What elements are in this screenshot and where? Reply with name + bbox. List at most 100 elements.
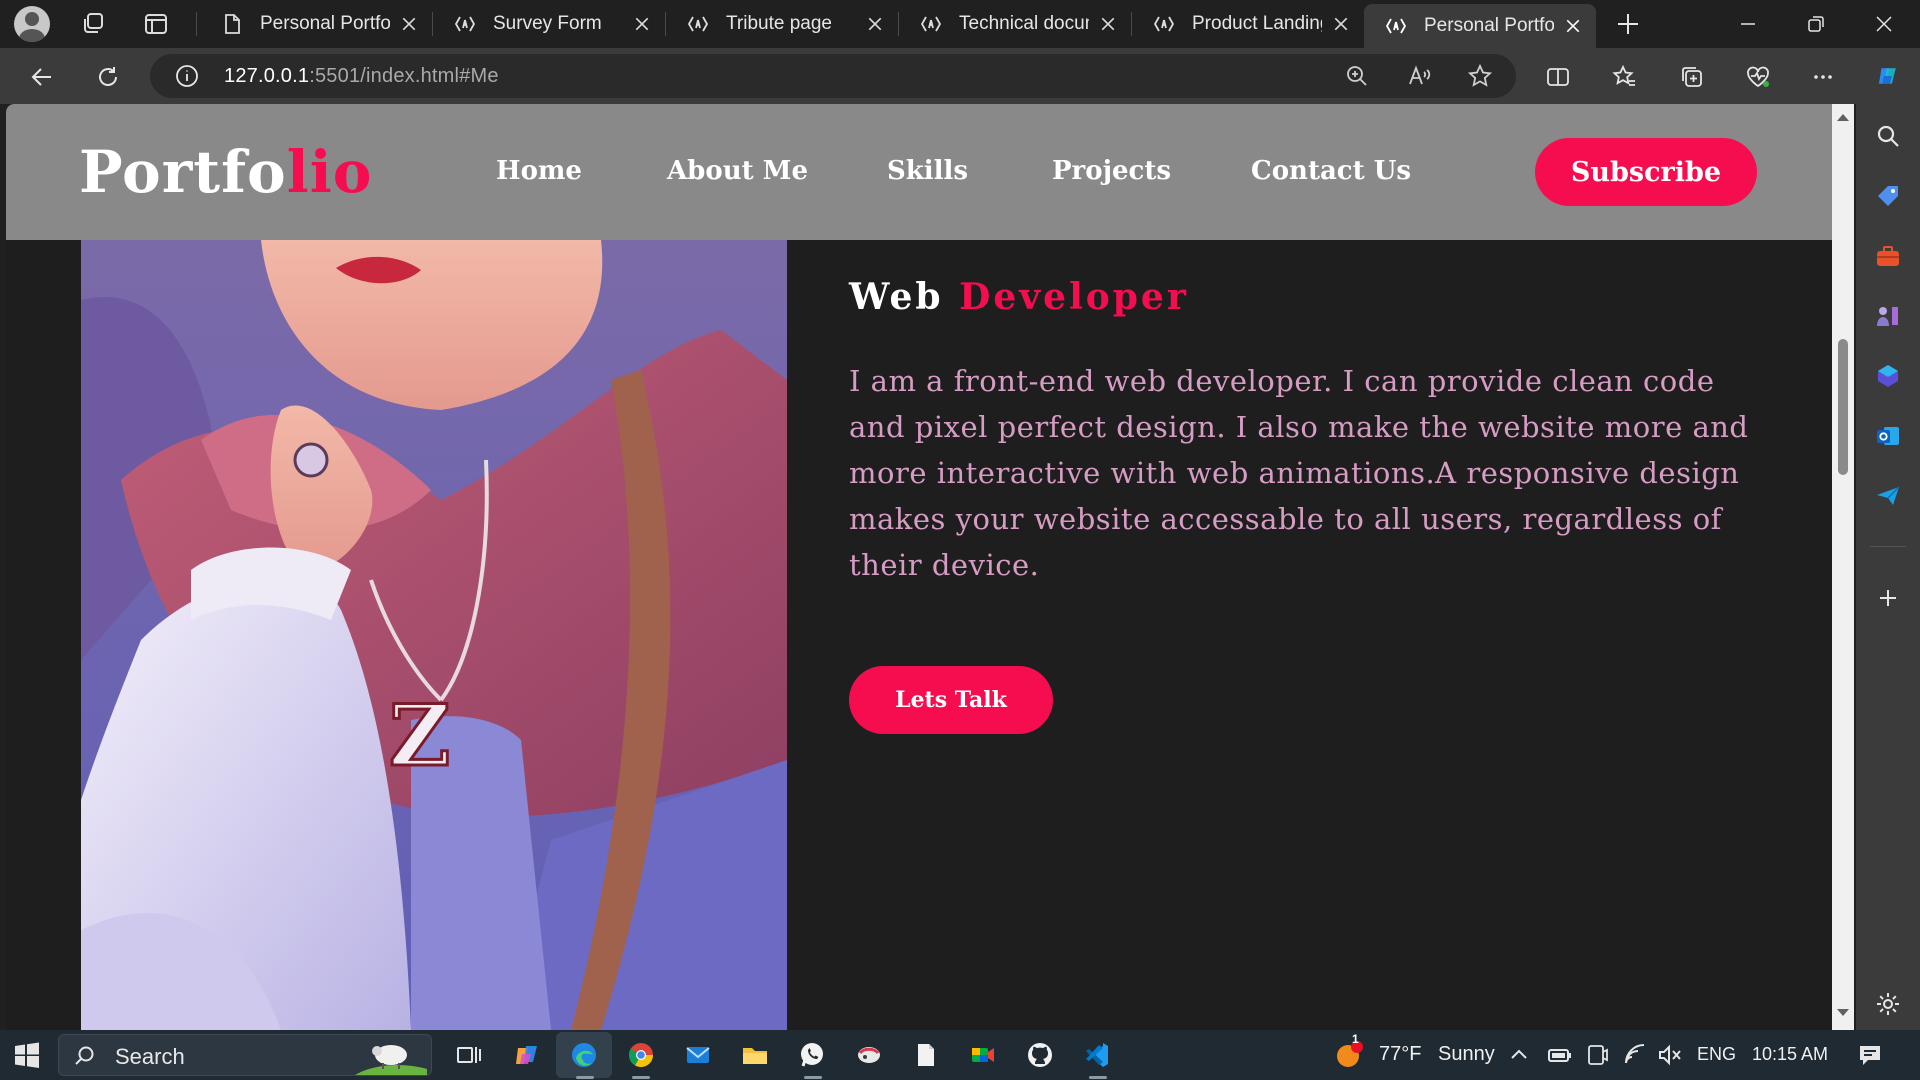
notifications-icon[interactable] <box>1856 1038 1884 1072</box>
weather-icon[interactable] <box>1332 1038 1366 1072</box>
tools-icon[interactable] <box>1874 242 1902 270</box>
url-text[interactable]: 127.0.0.1:5501/index.html#Me <box>224 65 499 88</box>
new-tab-icon[interactable] <box>1614 10 1642 38</box>
fcc-icon <box>1152 12 1176 36</box>
close-window-icon[interactable] <box>1852 0 1916 48</box>
scroll-up-icon[interactable] <box>1836 112 1850 122</box>
refresh-icon[interactable] <box>91 60 125 94</box>
microsoft-365-icon[interactable] <box>1874 362 1902 390</box>
tab-actions-icon[interactable] <box>142 10 170 38</box>
search-icon[interactable] <box>1874 122 1902 150</box>
profile-illustration: Z <box>81 240 787 1030</box>
browser-tab[interactable]: Product Landing <box>1132 0 1364 48</box>
language-indicator[interactable]: ENG <box>1697 1044 1736 1065</box>
nav-skills[interactable]: Skills <box>887 156 968 186</box>
send-icon[interactable] <box>1874 482 1902 510</box>
fcc-icon <box>686 12 710 36</box>
minimize-icon[interactable] <box>1716 0 1780 48</box>
add-icon[interactable] <box>1874 584 1902 612</box>
svg-text:Z: Z <box>389 686 450 785</box>
favorites-icon[interactable] <box>1608 60 1642 94</box>
browser-essentials-icon[interactable] <box>1741 60 1775 94</box>
weather-temperature[interactable]: 77°F <box>1379 1043 1421 1066</box>
close-icon[interactable] <box>864 13 886 35</box>
mesh-app-icon[interactable] <box>852 1038 886 1072</box>
windows-taskbar: Search 1 77°F Sunny ENG 10:15 AM <box>0 1030 1920 1080</box>
tab-title: Tribute page <box>726 13 832 34</box>
scroll-thumb[interactable] <box>1838 339 1848 475</box>
chrome-icon[interactable] <box>624 1038 658 1072</box>
taskbar-search[interactable]: Search <box>58 1034 432 1076</box>
wifi-icon[interactable] <box>1622 1038 1650 1072</box>
close-icon[interactable] <box>398 13 420 35</box>
site-navbar: Portfolio Home About Me Skills Projects … <box>6 104 1832 240</box>
nav-projects[interactable]: Projects <box>1052 156 1171 186</box>
lets-talk-button[interactable]: Lets Talk <box>849 666 1053 734</box>
nav-contact-us[interactable]: Contact Us <box>1251 156 1411 186</box>
mail-icon[interactable] <box>681 1038 715 1072</box>
nav-home[interactable]: Home <box>496 156 582 186</box>
browser-tab[interactable]: Tribute page <box>666 0 898 48</box>
fcc-icon <box>1384 14 1408 38</box>
hero-title: Web Developer <box>849 276 1189 318</box>
outlook-icon[interactable] <box>1874 422 1902 450</box>
close-icon[interactable] <box>1562 15 1584 37</box>
site-logo[interactable]: Portfolio <box>79 138 373 206</box>
tab-title: Personal Portfolio <box>260 13 390 34</box>
more-options-icon[interactable] <box>1806 60 1840 94</box>
file-explorer-icon[interactable] <box>738 1038 772 1072</box>
restore-icon[interactable] <box>1784 0 1848 48</box>
address-bar[interactable]: 127.0.0.1:5501/index.html#Me <box>150 54 1516 98</box>
copilot-taskbar-icon[interactable] <box>510 1038 544 1072</box>
meet-now-icon[interactable] <box>1585 1038 1611 1072</box>
search-label: Search <box>115 1044 185 1069</box>
page-icon <box>220 12 244 36</box>
collections-icon[interactable] <box>1675 60 1709 94</box>
tab-title: Technical document <box>959 13 1089 34</box>
read-aloud-icon[interactable] <box>1402 59 1436 93</box>
back-icon[interactable] <box>25 60 59 94</box>
settings-gear-icon[interactable] <box>1874 990 1902 1018</box>
browser-tab[interactable]: Technical document <box>899 0 1131 48</box>
weather-badge: 1 <box>1352 1032 1359 1046</box>
edge-browser-icon[interactable] <box>567 1038 601 1072</box>
windows-start-icon[interactable] <box>10 1038 44 1072</box>
volume-muted-icon[interactable] <box>1656 1038 1684 1072</box>
copilot-icon[interactable] <box>1868 56 1908 96</box>
browser-tab[interactable]: Personal Portfolio <box>200 0 432 48</box>
fcc-icon <box>919 12 943 36</box>
scroll-down-icon[interactable] <box>1836 1008 1850 1018</box>
task-view-icon[interactable] <box>451 1038 485 1072</box>
close-icon[interactable] <box>1097 13 1119 35</box>
site-info-icon[interactable] <box>170 59 204 93</box>
profile-avatar[interactable] <box>14 6 50 42</box>
games-icon[interactable] <box>1874 302 1902 330</box>
shopping-tag-icon[interactable] <box>1874 182 1902 210</box>
weather-condition[interactable]: Sunny <box>1438 1043 1495 1066</box>
workspaces-icon[interactable] <box>79 10 107 38</box>
github-icon[interactable] <box>1023 1038 1057 1072</box>
search-icon <box>75 1046 94 1065</box>
google-meet-icon[interactable] <box>966 1038 1000 1072</box>
whatsapp-icon[interactable] <box>795 1038 829 1072</box>
vscode-icon[interactable] <box>1080 1038 1114 1072</box>
split-screen-icon[interactable] <box>1541 60 1575 94</box>
tab-strip: Personal Portfolio Survey Form Tribute p… <box>0 0 1920 48</box>
sheep-meadow-icon <box>355 1045 427 1075</box>
zoom-icon[interactable] <box>1340 59 1374 93</box>
clock-time[interactable]: 10:15 AM <box>1752 1044 1828 1065</box>
subscribe-button[interactable]: Subscribe <box>1535 138 1757 206</box>
edge-sidebar <box>1856 104 1920 1030</box>
notepad-icon[interactable] <box>909 1038 943 1072</box>
tab-title: Survey Form <box>493 13 602 34</box>
page-scrollbar[interactable] <box>1832 104 1854 1030</box>
favorite-star-icon[interactable] <box>1463 59 1497 93</box>
browser-tab[interactable]: Survey Form <box>433 0 665 48</box>
fcc-icon <box>453 12 477 36</box>
chevron-up-icon[interactable] <box>1509 1038 1529 1072</box>
battery-icon[interactable] <box>1546 1038 1574 1072</box>
nav-about-me[interactable]: About Me <box>667 156 808 186</box>
close-icon[interactable] <box>1330 13 1352 35</box>
browser-tab-active[interactable]: Personal Portfolio <box>1364 4 1596 48</box>
close-icon[interactable] <box>631 13 653 35</box>
